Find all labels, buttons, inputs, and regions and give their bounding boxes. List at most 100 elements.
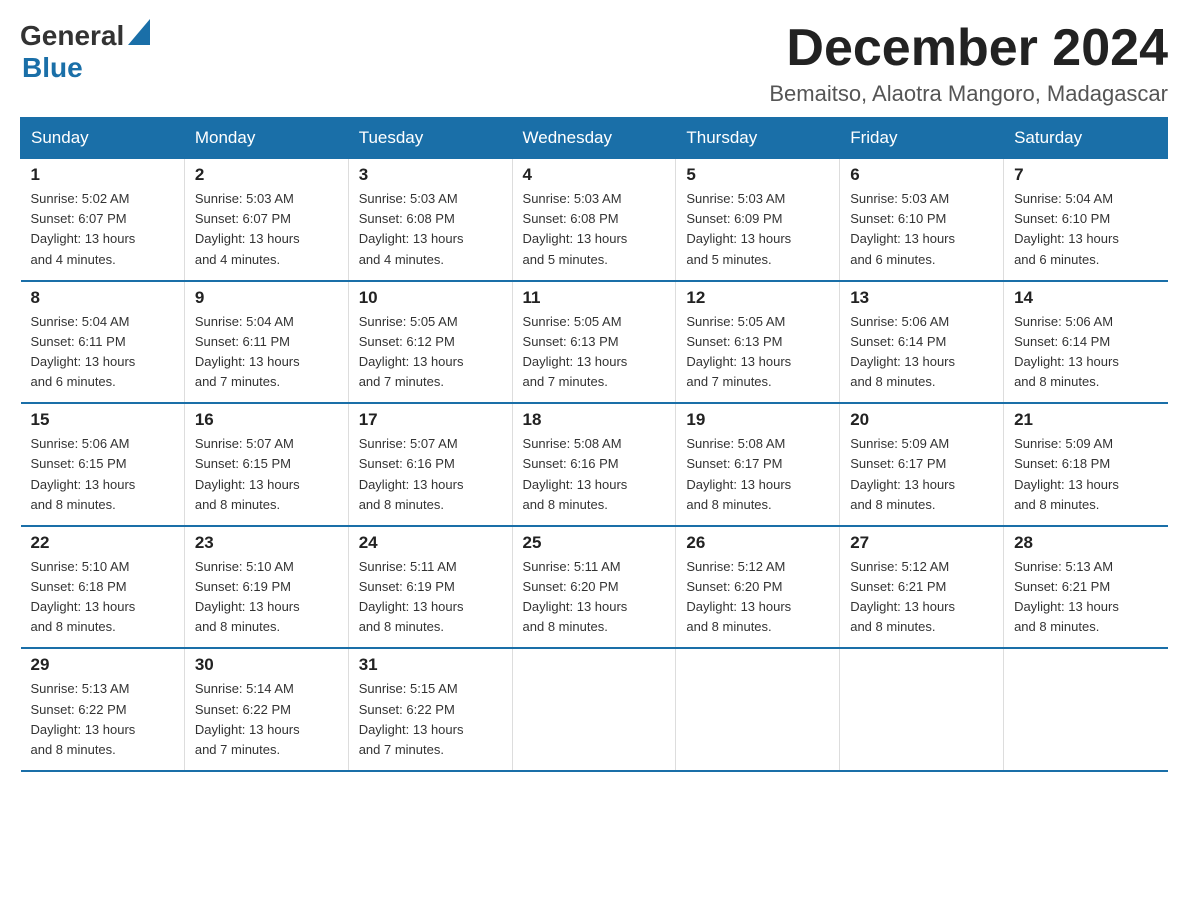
day-number: 8 (31, 288, 174, 308)
day-info: Sunrise: 5:03 AMSunset: 6:08 PMDaylight:… (523, 189, 666, 270)
day-number: 7 (1014, 165, 1157, 185)
week-row-2: 8 Sunrise: 5:04 AMSunset: 6:11 PMDaylight… (21, 281, 1168, 404)
day-info: Sunrise: 5:03 AMSunset: 6:08 PMDaylight:… (359, 189, 502, 270)
day-info: Sunrise: 5:06 AMSunset: 6:14 PMDaylight:… (1014, 312, 1157, 393)
day-number: 20 (850, 410, 993, 430)
calendar-cell: 4 Sunrise: 5:03 AMSunset: 6:08 PMDaylight… (512, 159, 676, 281)
calendar-cell: 26 Sunrise: 5:12 AMSunset: 6:20 PMDayligh… (676, 526, 840, 649)
calendar-cell: 22 Sunrise: 5:10 AMSunset: 6:18 PMDayligh… (21, 526, 185, 649)
calendar-cell: 14 Sunrise: 5:06 AMSunset: 6:14 PMDayligh… (1004, 281, 1168, 404)
calendar-cell (676, 648, 840, 771)
calendar-header-row: SundayMondayTuesdayWednesdayThursdayFrid… (21, 118, 1168, 159)
day-info: Sunrise: 5:13 AMSunset: 6:21 PMDaylight:… (1014, 557, 1157, 638)
logo-blue-text: Blue (22, 52, 83, 84)
day-number: 6 (850, 165, 993, 185)
calendar-cell: 20Sunrise: 5:09 AMSunset: 6:17 PMDayligh… (840, 403, 1004, 526)
day-info: Sunrise: 5:11 AMSunset: 6:20 PMDaylight:… (523, 557, 666, 638)
calendar-cell: 8 Sunrise: 5:04 AMSunset: 6:11 PMDaylight… (21, 281, 185, 404)
calendar-cell: 31Sunrise: 5:15 AMSunset: 6:22 PMDayligh… (348, 648, 512, 771)
calendar-cell: 17 Sunrise: 5:07 AMSunset: 6:16 PMDayligh… (348, 403, 512, 526)
day-info: Sunrise: 5:06 AMSunset: 6:14 PMDaylight:… (850, 312, 993, 393)
day-number: 27 (850, 533, 993, 553)
day-number: 14 (1014, 288, 1157, 308)
day-number: 17 (359, 410, 502, 430)
day-info: Sunrise: 5:15 AMSunset: 6:22 PMDaylight:… (359, 679, 502, 760)
day-info: Sunrise: 5:03 AMSunset: 6:09 PMDaylight:… (686, 189, 829, 270)
page-title: December 2024 (769, 20, 1168, 77)
header-wednesday: Wednesday (512, 118, 676, 159)
day-info: Sunrise: 5:07 AMSunset: 6:16 PMDaylight:… (359, 434, 502, 515)
day-number: 10 (359, 288, 502, 308)
week-row-4: 22 Sunrise: 5:10 AMSunset: 6:18 PMDayligh… (21, 526, 1168, 649)
calendar-cell: 30 Sunrise: 5:14 AMSunset: 6:22 PMDayligh… (184, 648, 348, 771)
calendar-cell: 19Sunrise: 5:08 AMSunset: 6:17 PMDayligh… (676, 403, 840, 526)
day-info: Sunrise: 5:08 AMSunset: 6:16 PMDaylight:… (523, 434, 666, 515)
logo: General Blue (20, 20, 150, 84)
week-row-3: 15Sunrise: 5:06 AMSunset: 6:15 PMDayligh… (21, 403, 1168, 526)
day-info: Sunrise: 5:06 AMSunset: 6:15 PMDaylight:… (31, 434, 174, 515)
day-info: Sunrise: 5:05 AMSunset: 6:13 PMDaylight:… (686, 312, 829, 393)
day-info: Sunrise: 5:02 AMSunset: 6:07 PMDaylight:… (31, 189, 174, 270)
day-number: 22 (31, 533, 174, 553)
calendar-cell: 15Sunrise: 5:06 AMSunset: 6:15 PMDayligh… (21, 403, 185, 526)
day-number: 28 (1014, 533, 1157, 553)
page-header: General Blue December 2024 Bemaitso, Ala… (20, 20, 1168, 107)
page-subtitle: Bemaitso, Alaotra Mangoro, Madagascar (769, 81, 1168, 107)
calendar-cell: 28 Sunrise: 5:13 AMSunset: 6:21 PMDayligh… (1004, 526, 1168, 649)
day-number: 30 (195, 655, 338, 675)
calendar-cell: 25 Sunrise: 5:11 AMSunset: 6:20 PMDayligh… (512, 526, 676, 649)
day-number: 13 (850, 288, 993, 308)
day-info: Sunrise: 5:05 AMSunset: 6:12 PMDaylight:… (359, 312, 502, 393)
calendar-cell: 2 Sunrise: 5:03 AMSunset: 6:07 PMDaylight… (184, 159, 348, 281)
day-number: 21 (1014, 410, 1157, 430)
calendar-cell (1004, 648, 1168, 771)
calendar-table: SundayMondayTuesdayWednesdayThursdayFrid… (20, 117, 1168, 772)
week-row-5: 29Sunrise: 5:13 AMSunset: 6:22 PMDayligh… (21, 648, 1168, 771)
day-number: 12 (686, 288, 829, 308)
day-number: 23 (195, 533, 338, 553)
day-info: Sunrise: 5:04 AMSunset: 6:11 PMDaylight:… (195, 312, 338, 393)
header-friday: Friday (840, 118, 1004, 159)
day-number: 5 (686, 165, 829, 185)
calendar-cell: 12 Sunrise: 5:05 AMSunset: 6:13 PMDayligh… (676, 281, 840, 404)
calendar-cell: 13 Sunrise: 5:06 AMSunset: 6:14 PMDayligh… (840, 281, 1004, 404)
calendar-cell: 6 Sunrise: 5:03 AMSunset: 6:10 PMDaylight… (840, 159, 1004, 281)
calendar-cell (840, 648, 1004, 771)
header-tuesday: Tuesday (348, 118, 512, 159)
day-info: Sunrise: 5:11 AMSunset: 6:19 PMDaylight:… (359, 557, 502, 638)
calendar-cell: 16Sunrise: 5:07 AMSunset: 6:15 PMDayligh… (184, 403, 348, 526)
day-info: Sunrise: 5:03 AMSunset: 6:07 PMDaylight:… (195, 189, 338, 270)
day-number: 4 (523, 165, 666, 185)
day-number: 16 (195, 410, 338, 430)
calendar-cell: 9 Sunrise: 5:04 AMSunset: 6:11 PMDaylight… (184, 281, 348, 404)
day-number: 25 (523, 533, 666, 553)
calendar-cell: 23Sunrise: 5:10 AMSunset: 6:19 PMDayligh… (184, 526, 348, 649)
header-saturday: Saturday (1004, 118, 1168, 159)
day-number: 18 (523, 410, 666, 430)
day-info: Sunrise: 5:05 AMSunset: 6:13 PMDaylight:… (523, 312, 666, 393)
day-info: Sunrise: 5:12 AMSunset: 6:20 PMDaylight:… (686, 557, 829, 638)
title-section: December 2024 Bemaitso, Alaotra Mangoro,… (769, 20, 1168, 107)
day-info: Sunrise: 5:10 AMSunset: 6:18 PMDaylight:… (31, 557, 174, 638)
logo-general-text: General (20, 20, 124, 52)
calendar-cell: 1Sunrise: 5:02 AMSunset: 6:07 PMDaylight… (21, 159, 185, 281)
calendar-cell: 10 Sunrise: 5:05 AMSunset: 6:12 PMDayligh… (348, 281, 512, 404)
day-info: Sunrise: 5:04 AMSunset: 6:11 PMDaylight:… (31, 312, 174, 393)
day-info: Sunrise: 5:08 AMSunset: 6:17 PMDaylight:… (686, 434, 829, 515)
calendar-cell: 27 Sunrise: 5:12 AMSunset: 6:21 PMDayligh… (840, 526, 1004, 649)
calendar-cell: 29Sunrise: 5:13 AMSunset: 6:22 PMDayligh… (21, 648, 185, 771)
header-sunday: Sunday (21, 118, 185, 159)
day-number: 9 (195, 288, 338, 308)
calendar-cell: 5 Sunrise: 5:03 AMSunset: 6:09 PMDaylight… (676, 159, 840, 281)
day-number: 26 (686, 533, 829, 553)
day-info: Sunrise: 5:03 AMSunset: 6:10 PMDaylight:… (850, 189, 993, 270)
day-info: Sunrise: 5:13 AMSunset: 6:22 PMDaylight:… (31, 679, 174, 760)
day-info: Sunrise: 5:14 AMSunset: 6:22 PMDaylight:… (195, 679, 338, 760)
day-info: Sunrise: 5:12 AMSunset: 6:21 PMDaylight:… (850, 557, 993, 638)
calendar-cell: 24Sunrise: 5:11 AMSunset: 6:19 PMDayligh… (348, 526, 512, 649)
day-number: 2 (195, 165, 338, 185)
header-thursday: Thursday (676, 118, 840, 159)
day-number: 11 (523, 288, 666, 308)
day-info: Sunrise: 5:09 AMSunset: 6:18 PMDaylight:… (1014, 434, 1157, 515)
calendar-cell: 3Sunrise: 5:03 AMSunset: 6:08 PMDaylight… (348, 159, 512, 281)
